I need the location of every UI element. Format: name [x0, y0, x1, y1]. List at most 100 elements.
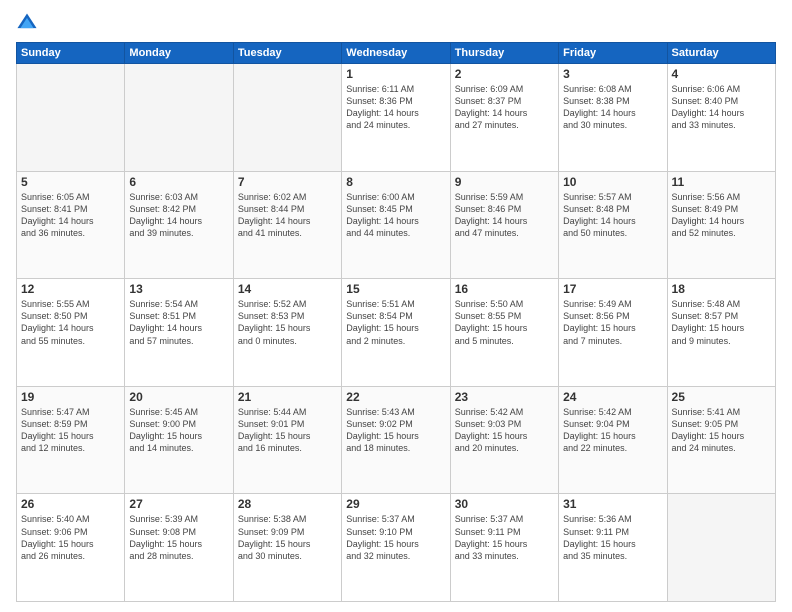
day-number: 3: [563, 67, 662, 81]
calendar-day-cell: 10Sunrise: 5:57 AM Sunset: 8:48 PM Dayli…: [559, 171, 667, 279]
day-info: Sunrise: 5:44 AM Sunset: 9:01 PM Dayligh…: [238, 406, 337, 455]
calendar-day-cell: 7Sunrise: 6:02 AM Sunset: 8:44 PM Daylig…: [233, 171, 341, 279]
day-number: 4: [672, 67, 771, 81]
calendar-day-cell: 19Sunrise: 5:47 AM Sunset: 8:59 PM Dayli…: [17, 386, 125, 494]
logo-icon: [16, 12, 38, 34]
day-info: Sunrise: 5:49 AM Sunset: 8:56 PM Dayligh…: [563, 298, 662, 347]
calendar-day-cell: [17, 64, 125, 172]
day-info: Sunrise: 5:42 AM Sunset: 9:03 PM Dayligh…: [455, 406, 554, 455]
day-info: Sunrise: 5:37 AM Sunset: 9:10 PM Dayligh…: [346, 513, 445, 562]
calendar-day-cell: 6 Sunrise: 6:03 AM Sunset: 8:42 PM Daylig…: [125, 171, 233, 279]
day-number: 10: [563, 175, 662, 189]
day-info: Sunrise: 5:48 AM Sunset: 8:57 PM Dayligh…: [672, 298, 771, 347]
calendar-day-cell: 20 Sunrise: 5:45 AM Sunset: 9:00 PM Dayli…: [125, 386, 233, 494]
day-info: Sunrise: 6:00 AM Sunset: 8:45 PM Dayligh…: [346, 191, 445, 240]
calendar-day-cell: 4 Sunrise: 6:06 AM Sunset: 8:40 PM Daylig…: [667, 64, 775, 172]
calendar-day-cell: 12 Sunrise: 5:55 AM Sunset: 8:50 PM Dayli…: [17, 279, 125, 387]
day-number: 12: [21, 282, 120, 296]
calendar-day-cell: 22 Sunrise: 5:43 AM Sunset: 9:02 PM Dayli…: [342, 386, 450, 494]
day-info: Sunrise: 5:38 AM Sunset: 9:09 PM Dayligh…: [238, 513, 337, 562]
calendar-day-cell: 1 Sunrise: 6:11 AM Sunset: 8:36 PM Daylig…: [342, 64, 450, 172]
day-number: 8: [346, 175, 445, 189]
calendar-week-row: 12 Sunrise: 5:55 AM Sunset: 8:50 PM Dayli…: [17, 279, 776, 387]
day-number: 28: [238, 497, 337, 511]
calendar-day-cell: 30 Sunrise: 5:37 AM Sunset: 9:11 PM Dayli…: [450, 494, 558, 602]
calendar-day-header: Saturday: [667, 43, 775, 64]
calendar-day-cell: 29 Sunrise: 5:37 AM Sunset: 9:10 PM Dayli…: [342, 494, 450, 602]
day-info: Sunrise: 5:42 AM Sunset: 9:04 PM Dayligh…: [563, 406, 662, 455]
day-info: Sunrise: 5:41 AM Sunset: 9:05 PM Dayligh…: [672, 406, 771, 455]
day-number: 25: [672, 390, 771, 404]
calendar-week-row: 5 Sunrise: 6:05 AM Sunset: 8:41 PM Daylig…: [17, 171, 776, 279]
calendar-day-cell: 2 Sunrise: 6:09 AM Sunset: 8:37 PM Daylig…: [450, 64, 558, 172]
calendar-day-cell: [125, 64, 233, 172]
calendar-day-cell: 15 Sunrise: 5:51 AM Sunset: 8:54 PM Dayli…: [342, 279, 450, 387]
logo: [16, 12, 42, 34]
day-number: 27: [129, 497, 228, 511]
calendar-day-cell: 31Sunrise: 5:36 AM Sunset: 9:11 PM Dayli…: [559, 494, 667, 602]
day-info: Sunrise: 5:54 AM Sunset: 8:51 PM Dayligh…: [129, 298, 228, 347]
day-number: 29: [346, 497, 445, 511]
day-number: 21: [238, 390, 337, 404]
day-info: Sunrise: 6:06 AM Sunset: 8:40 PM Dayligh…: [672, 83, 771, 132]
calendar-day-header: Friday: [559, 43, 667, 64]
day-number: 15: [346, 282, 445, 296]
calendar-day-cell: 23 Sunrise: 5:42 AM Sunset: 9:03 PM Dayli…: [450, 386, 558, 494]
day-number: 5: [21, 175, 120, 189]
calendar-day-cell: 25 Sunrise: 5:41 AM Sunset: 9:05 PM Dayli…: [667, 386, 775, 494]
day-number: 11: [672, 175, 771, 189]
calendar-day-cell: 27Sunrise: 5:39 AM Sunset: 9:08 PM Dayli…: [125, 494, 233, 602]
calendar-day-cell: 21 Sunrise: 5:44 AM Sunset: 9:01 PM Dayli…: [233, 386, 341, 494]
calendar-day-cell: 5 Sunrise: 6:05 AM Sunset: 8:41 PM Daylig…: [17, 171, 125, 279]
calendar-day-cell: [667, 494, 775, 602]
day-number: 6: [129, 175, 228, 189]
day-info: Sunrise: 6:09 AM Sunset: 8:37 PM Dayligh…: [455, 83, 554, 132]
day-info: Sunrise: 5:50 AM Sunset: 8:55 PM Dayligh…: [455, 298, 554, 347]
day-number: 2: [455, 67, 554, 81]
day-number: 19: [21, 390, 120, 404]
calendar-day-cell: 9Sunrise: 5:59 AM Sunset: 8:46 PM Daylig…: [450, 171, 558, 279]
day-info: Sunrise: 6:08 AM Sunset: 8:38 PM Dayligh…: [563, 83, 662, 132]
header: [16, 12, 776, 34]
calendar-day-header: Monday: [125, 43, 233, 64]
calendar-header-row: SundayMondayTuesdayWednesdayThursdayFrid…: [17, 43, 776, 64]
day-number: 13: [129, 282, 228, 296]
calendar-week-row: 19Sunrise: 5:47 AM Sunset: 8:59 PM Dayli…: [17, 386, 776, 494]
calendar-day-cell: 13 Sunrise: 5:54 AM Sunset: 8:51 PM Dayli…: [125, 279, 233, 387]
calendar-day-cell: 8 Sunrise: 6:00 AM Sunset: 8:45 PM Daylig…: [342, 171, 450, 279]
day-number: 14: [238, 282, 337, 296]
day-info: Sunrise: 6:05 AM Sunset: 8:41 PM Dayligh…: [21, 191, 120, 240]
day-number: 1: [346, 67, 445, 81]
day-number: 22: [346, 390, 445, 404]
calendar-day-cell: 11 Sunrise: 5:56 AM Sunset: 8:49 PM Dayli…: [667, 171, 775, 279]
calendar-table: SundayMondayTuesdayWednesdayThursdayFrid…: [16, 42, 776, 602]
day-number: 20: [129, 390, 228, 404]
day-number: 26: [21, 497, 120, 511]
day-number: 17: [563, 282, 662, 296]
calendar-day-cell: 14Sunrise: 5:52 AM Sunset: 8:53 PM Dayli…: [233, 279, 341, 387]
day-info: Sunrise: 5:59 AM Sunset: 8:46 PM Dayligh…: [455, 191, 554, 240]
day-info: Sunrise: 6:02 AM Sunset: 8:44 PM Dayligh…: [238, 191, 337, 240]
day-number: 23: [455, 390, 554, 404]
calendar-day-cell: 18Sunrise: 5:48 AM Sunset: 8:57 PM Dayli…: [667, 279, 775, 387]
calendar-day-cell: 28 Sunrise: 5:38 AM Sunset: 9:09 PM Dayli…: [233, 494, 341, 602]
day-info: Sunrise: 6:11 AM Sunset: 8:36 PM Dayligh…: [346, 83, 445, 132]
calendar-day-cell: 17 Sunrise: 5:49 AM Sunset: 8:56 PM Dayli…: [559, 279, 667, 387]
day-number: 31: [563, 497, 662, 511]
day-info: Sunrise: 5:55 AM Sunset: 8:50 PM Dayligh…: [21, 298, 120, 347]
calendar-day-cell: 24Sunrise: 5:42 AM Sunset: 9:04 PM Dayli…: [559, 386, 667, 494]
day-info: Sunrise: 5:40 AM Sunset: 9:06 PM Dayligh…: [21, 513, 120, 562]
day-info: Sunrise: 5:56 AM Sunset: 8:49 PM Dayligh…: [672, 191, 771, 240]
day-info: Sunrise: 5:45 AM Sunset: 9:00 PM Dayligh…: [129, 406, 228, 455]
calendar-day-header: Tuesday: [233, 43, 341, 64]
day-info: Sunrise: 5:43 AM Sunset: 9:02 PM Dayligh…: [346, 406, 445, 455]
calendar-day-cell: [233, 64, 341, 172]
calendar-day-cell: 16Sunrise: 5:50 AM Sunset: 8:55 PM Dayli…: [450, 279, 558, 387]
day-info: Sunrise: 5:51 AM Sunset: 8:54 PM Dayligh…: [346, 298, 445, 347]
calendar-week-row: 26 Sunrise: 5:40 AM Sunset: 9:06 PM Dayli…: [17, 494, 776, 602]
day-info: Sunrise: 5:37 AM Sunset: 9:11 PM Dayligh…: [455, 513, 554, 562]
calendar-day-header: Sunday: [17, 43, 125, 64]
day-number: 30: [455, 497, 554, 511]
day-info: Sunrise: 6:03 AM Sunset: 8:42 PM Dayligh…: [129, 191, 228, 240]
calendar-day-cell: 26 Sunrise: 5:40 AM Sunset: 9:06 PM Dayli…: [17, 494, 125, 602]
